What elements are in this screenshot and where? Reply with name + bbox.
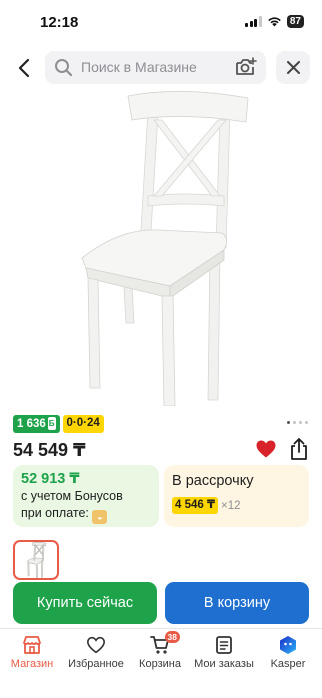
installment-badge: 0·0·24 [62,415,104,433]
favorite-heart-icon[interactable] [255,438,277,460]
orders-icon [216,636,232,654]
tab-favorites-label: Избранное [68,658,124,670]
camera-search-icon[interactable] [235,57,257,77]
shop-icon [23,636,41,654]
bonus-desc-line1: с учетом Бонусов [21,489,123,503]
bonus-badge-value: 1 636 [17,418,46,430]
search-box[interactable] [45,51,266,84]
bonus-currency-icon: Б [47,417,56,430]
chair-thumbnail-icon [26,542,47,578]
search-icon [55,59,73,77]
tab-shop-label: Магазин [10,658,54,670]
status-bar: 12:18 87 [0,0,322,44]
search-input[interactable] [81,59,231,75]
tab-cart-label: Корзина [139,658,181,670]
status-time: 12:18 [40,14,79,31]
bonus-desc-line2: при оплате: [21,506,89,520]
bonus-badge: 1 636 Б [13,415,60,433]
installment-title: В рассрочку [172,473,254,489]
payment-logo-icon: ◒ [92,510,108,524]
battery-icon: 87 [286,15,304,28]
close-icon [286,61,300,74]
tab-kasper[interactable]: Kasper [256,634,320,670]
back-button[interactable] [12,56,36,80]
installment-amount: 4 546 ₸ [172,497,218,514]
tab-cart[interactable]: 38 Корзина [128,631,192,670]
tab-shop[interactable]: Магазин [0,634,64,670]
buy-now-button[interactable]: Купить сейчас [13,582,157,624]
bonus-price-card[interactable]: 52 913 ₸ с учетом Бонусов при оплате: ◒ [13,465,159,527]
tab-orders-label: Мои заказы [194,658,254,670]
product-price: 54 549 ₸ [13,440,86,460]
tab-favorites[interactable]: Избранное [64,634,128,670]
tab-kasper-label: Kasper [270,658,306,670]
tab-orders[interactable]: Мои заказы [192,634,256,670]
product-thumbnail[interactable] [13,540,59,580]
status-icons: 87 [245,15,304,28]
installment-multiplier: ×12 [220,499,241,512]
chevron-left-icon [18,58,30,78]
wifi-icon [268,17,281,27]
bottom-tab-bar: Магазин Избранное 38 Корзина Мои заказы … [0,628,322,698]
add-to-cart-button[interactable]: В корзину [165,582,309,624]
product-image[interactable] [50,88,270,406]
signal-icon [245,16,262,27]
share-icon[interactable] [288,437,310,461]
cart-count-badge: 38 [164,631,180,643]
badges: 1 636 Б 0·0·24 [13,415,104,433]
close-button[interactable] [276,51,310,84]
image-pager [287,421,308,424]
heart-icon [86,636,106,654]
kasper-icon [280,636,296,654]
bonus-price: 52 913 ₸ [21,471,80,487]
installment-card[interactable]: В рассрочку 4 546 ₸ ×12 [164,465,309,527]
search-row [0,50,322,86]
